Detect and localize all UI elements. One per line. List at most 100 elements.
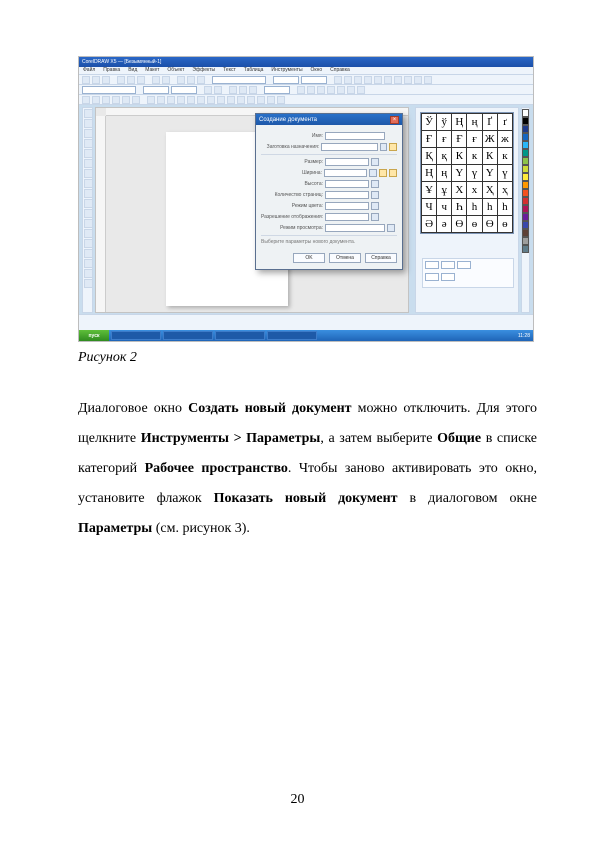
toolbar-button[interactable] [137,76,145,84]
toolbar-number[interactable] [264,86,290,94]
menu-item[interactable]: Эффекты [192,67,215,74]
glyph-cell[interactable]: Ж [482,131,497,148]
toolbar-button[interactable] [247,96,255,104]
toolbar-button[interactable] [187,76,195,84]
toolbar-button[interactable] [132,96,140,104]
toolbar-button[interactable] [82,96,90,104]
menu-item[interactable]: Окно [311,67,323,74]
glyph-cell[interactable]: ұ [437,182,452,199]
menu-item[interactable]: Вид [128,67,137,74]
color-swatch[interactable] [522,205,529,213]
field-preset[interactable] [321,143,377,151]
toolbar-combo[interactable] [82,86,136,94]
toolbar-button[interactable] [334,76,342,84]
toolbar-button[interactable] [297,86,305,94]
task-button[interactable] [215,331,265,340]
toolbar-button[interactable] [217,96,225,104]
color-swatch[interactable] [522,197,529,205]
color-swatch[interactable] [522,237,529,245]
close-icon[interactable]: × [390,116,399,124]
toolbar-button[interactable] [384,76,392,84]
toolbar-button[interactable] [147,96,155,104]
tool-button[interactable] [84,259,93,268]
save-preset-icon[interactable] [389,143,397,151]
glyph-cell[interactable]: ң [467,114,482,131]
toolbar-button[interactable] [317,86,325,94]
tool-button[interactable] [84,169,93,178]
toolbar-button[interactable] [227,96,235,104]
glyph-cell[interactable]: ж [497,131,512,148]
glyph-cell[interactable]: Ў [422,114,437,131]
glyph-cell[interactable]: ү [497,165,512,182]
glyph-cell[interactable]: қ [437,148,452,165]
tool-button[interactable] [84,189,93,198]
stepper-icon[interactable] [369,169,377,177]
menu-item[interactable]: Макет [145,67,159,74]
glyph-cell[interactable]: ґ [497,114,512,131]
toolbar-button[interactable] [374,76,382,84]
field-preview[interactable] [325,224,385,232]
orientation-landscape-icon[interactable] [389,169,397,177]
glyph-cell[interactable]: К [482,148,497,165]
toolbar-button[interactable] [167,96,175,104]
glyph-cell[interactable]: Қ [422,148,437,165]
menu-item[interactable]: Текст [223,67,236,74]
field-height[interactable] [325,180,369,188]
glyph-cell[interactable]: Ң [452,114,467,131]
orientation-portrait-icon[interactable] [379,169,387,177]
color-swatch[interactable] [522,109,529,117]
toolbar-button[interactable] [414,76,422,84]
toolbar-button[interactable] [112,96,120,104]
tool-button[interactable] [84,139,93,148]
toolbar-number[interactable] [143,86,169,94]
glyph-cell[interactable]: ў [437,114,452,131]
dropdown-icon[interactable] [371,158,379,166]
field-size[interactable] [325,158,369,166]
toolbar-button[interactable] [82,76,90,84]
glyph-cell[interactable]: Ө [482,216,497,233]
task-button[interactable] [111,331,161,340]
toolbar-button[interactable] [102,96,110,104]
glyph-cell[interactable]: Ң [422,165,437,182]
tool-button[interactable] [84,229,93,238]
menu-item[interactable]: Инструменты [271,67,302,74]
toolbar-button[interactable] [127,76,135,84]
help-button[interactable]: Справка [365,253,397,263]
tool-button[interactable] [84,209,93,218]
ok-button[interactable]: OK [293,253,325,263]
glyph-cell[interactable]: ү [467,165,482,182]
glyph-cell[interactable]: Ґ [482,114,497,131]
toolbar-button[interactable] [394,76,402,84]
field-colormode[interactable] [325,202,369,210]
toolbar-button[interactable] [357,86,365,94]
toolbar-button[interactable] [187,96,195,104]
glyph-cell[interactable]: Ғ [452,131,467,148]
toolbar-number[interactable] [171,86,197,94]
field-dpi[interactable] [325,213,369,221]
glyph-cell[interactable]: Ҳ [482,182,497,199]
glyph-cell[interactable]: ғ [437,131,452,148]
tool-button[interactable] [84,129,93,138]
toolbar-button[interactable] [277,96,285,104]
toolbar-number[interactable] [301,76,327,84]
toolbar-button[interactable] [267,96,275,104]
toolbar-button[interactable] [197,96,205,104]
color-swatch[interactable] [522,133,529,141]
toolbar-button[interactable] [214,86,222,94]
toolbar-button[interactable] [204,86,212,94]
toolbar-button[interactable] [364,76,372,84]
glyph-cell[interactable]: х [467,182,482,199]
toolbar-button[interactable] [404,76,412,84]
dropdown-icon[interactable] [387,224,395,232]
glyph-cell[interactable]: ғ [467,131,482,148]
glyph-cell[interactable]: Ө [452,216,467,233]
tool-button[interactable] [84,159,93,168]
dropdown-icon[interactable] [371,213,379,221]
toolbar-button[interactable] [92,76,100,84]
color-swatch[interactable] [522,165,529,173]
tool-button[interactable] [84,279,93,288]
toolbar-button[interactable] [197,76,205,84]
color-swatch[interactable] [522,125,529,133]
toolbar-button[interactable] [239,86,247,94]
toolbar-button[interactable] [92,96,100,104]
